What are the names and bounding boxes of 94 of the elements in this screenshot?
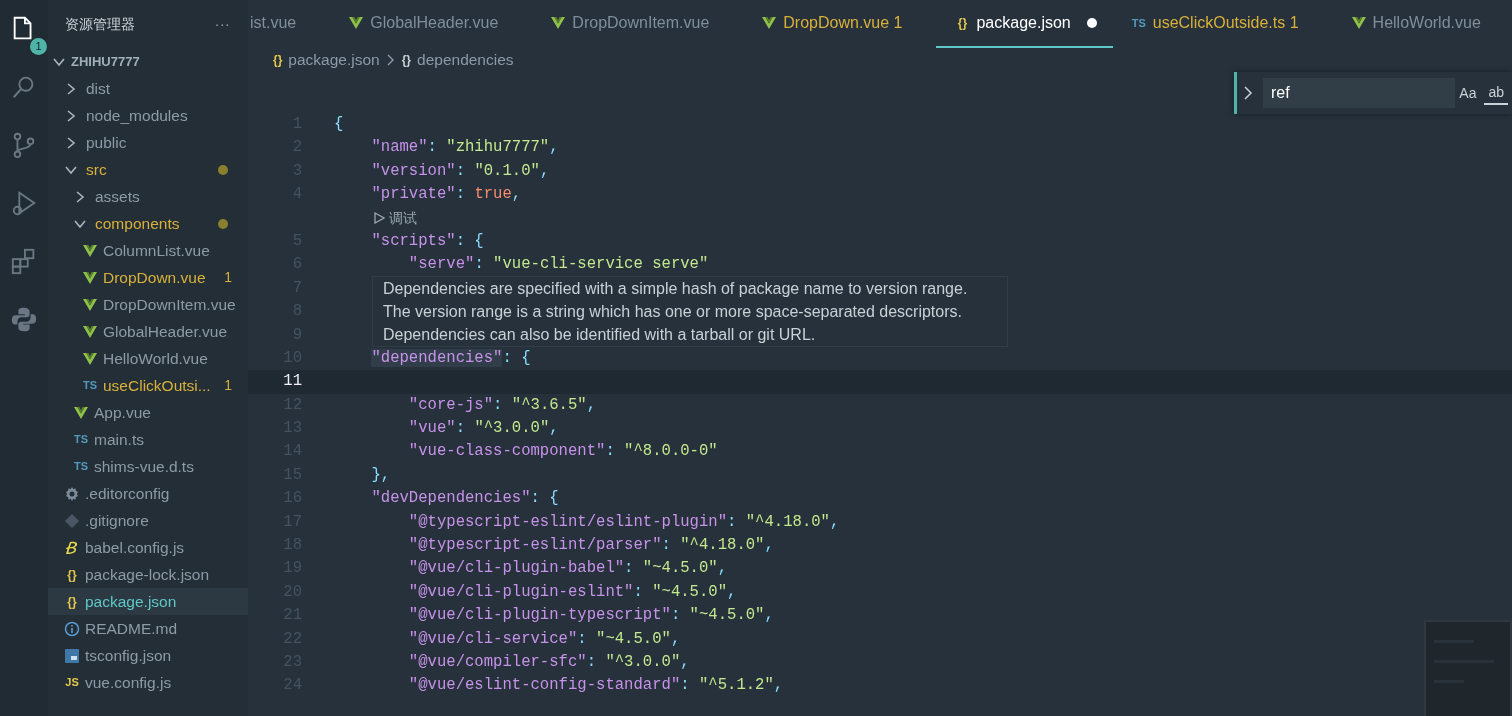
code-line: "dependencies": { [370, 347, 531, 369]
find-field[interactable]: ref [1263, 78, 1456, 108]
modified-dot [218, 218, 228, 229]
file-item[interactable]: useClickOutsi... [103, 373, 211, 398]
file-item[interactable]: App.vue [94, 400, 151, 425]
code-line: "vue": "^3.0.0", [407, 418, 559, 440]
diamond-icon [64, 512, 80, 529]
braces-icon: {} [64, 593, 80, 610]
ts-icon: TS [1130, 15, 1147, 31]
vue-icon [82, 350, 98, 367]
file-item[interactable]: vue.config.js [85, 670, 172, 695]
code-line: "version": "0.1.0", [370, 160, 550, 182]
file-item[interactable]: HelloWorld.vue [103, 346, 208, 371]
file-item[interactable]: ColumnList.vue [103, 238, 210, 263]
panel-title: 资源管理器 [65, 14, 135, 34]
code-line: "@vue/cli-plugin-eslint": "~4.5.0", [407, 581, 737, 603]
code-line: "@vue/cli-plugin-babel": "~4.5.0", [407, 558, 728, 580]
folder-item[interactable]: src [86, 157, 107, 182]
breadcrumb-item[interactable]: package.json [288, 48, 380, 72]
vue-icon [550, 15, 567, 31]
file-item[interactable]: babel.config.js [85, 535, 185, 560]
breadcrumb-item[interactable]: dependencies [417, 48, 514, 72]
gear-icon [64, 485, 80, 502]
code-line: "name": "zhihu7777", [370, 137, 559, 159]
file-item[interactable]: shims-vue.d.ts [94, 454, 194, 479]
vue-icon [73, 404, 89, 421]
find-option-button[interactable]: Aa [1455, 82, 1481, 104]
ts-icon: TS [73, 431, 89, 448]
workspace-title[interactable]: ZHIHU7777 [71, 51, 140, 72]
ts-icon: TS [73, 458, 89, 475]
config-file-icon [64, 647, 80, 664]
file-item[interactable]: GlobalHeader.vue [103, 319, 228, 344]
info-icon [64, 620, 80, 637]
editor-tab[interactable]: {} package.json [936, 0, 1113, 48]
vue-icon [82, 296, 98, 313]
js-icon: JS [64, 674, 80, 691]
code-line: "scripts": { [370, 230, 484, 252]
braces-icon: {} [401, 51, 412, 69]
problem-count: 1 [224, 268, 232, 287]
code-line: "@vue/eslint-config-standard": "^5.1.2", [407, 675, 784, 697]
code-line: "@vue/compiler-sfc": "^3.0.0", [407, 652, 690, 673]
vue-icon [82, 269, 98, 286]
code-line: "@vue/cli-service": "~4.5.0", [407, 628, 681, 650]
file-item[interactable]: package-lock.json [85, 562, 210, 587]
problem-count: 1 [224, 376, 232, 395]
play-icon [373, 212, 385, 225]
vue-icon [82, 323, 98, 340]
file-item[interactable]: DropDown.vue [103, 265, 206, 290]
folder-item[interactable]: assets [95, 184, 140, 209]
debug-codelens[interactable]: 调试 [373, 207, 417, 229]
file-item[interactable]: .editorconfig [85, 481, 170, 506]
editor-tab[interactable]: TS useClickOutside.ts 1 [1112, 0, 1333, 48]
code-line: "@typescript-eslint/parser": "^4.18.0", [407, 535, 774, 557]
find-option-button[interactable]: ab [1484, 81, 1508, 105]
file-item[interactable]: tsconfig.json [85, 643, 172, 668]
line-number: 11 [282, 371, 302, 393]
more-actions-button[interactable]: ··· [214, 12, 230, 36]
folder-item[interactable]: components [95, 211, 180, 236]
run-icon[interactable] [10, 189, 38, 217]
code-line: }, [370, 464, 391, 486]
modified-dot [218, 164, 228, 175]
code-line: "serve": "vue-cli-service serve" [407, 254, 709, 276]
braces-icon: {} [273, 51, 283, 69]
code-line: "@vue/cli-plugin-typescript": "~4.5.0", [407, 605, 774, 627]
hover-tooltip: Dependencies are specified with a simple hash of package name to version range. The version range is a string which has one or more space-separated descriptors. Dependencies can also be identified with a tarball or git URL. [372, 275, 1008, 347]
code-line: { [334, 114, 344, 135]
code-line: "private": true, [370, 184, 522, 206]
file-item[interactable]: README.md [85, 616, 178, 641]
ts-icon: TS [82, 377, 98, 394]
vue-icon [82, 242, 98, 259]
vue-icon [1350, 15, 1367, 31]
code-line: "core-js": "^3.6.5", [407, 394, 597, 416]
notification-badge: 1 [30, 38, 47, 55]
code-line: "vue-class-component": "^8.0.0-0" [407, 441, 718, 463]
editor-tab[interactable]: DropDown.vue 1 [743, 0, 937, 48]
vue-icon [348, 15, 365, 31]
braces-icon: {} [64, 566, 80, 583]
vue-icon [761, 15, 778, 31]
code-line: "@typescript-eslint/eslint-plugin": "^4.18.0", [407, 511, 840, 533]
script-b-icon [64, 539, 80, 556]
code-line: "devDependencies": { [370, 488, 559, 510]
braces-icon: {} [954, 15, 971, 31]
python-icon[interactable] [10, 305, 38, 333]
chevron-right-icon [385, 54, 396, 66]
editor-tab[interactable]: GlobalHeader.vue [330, 0, 533, 48]
file-item[interactable]: .gitignore [85, 508, 149, 533]
file-item[interactable]: DropDownItem.vue [103, 292, 236, 317]
folder-item[interactable]: dist [86, 76, 111, 101]
editor-tab[interactable]: HelloWorld.vue [1332, 0, 1512, 48]
folder-item[interactable]: node_modules [86, 103, 188, 128]
editor-tab[interactable]: ist.vue [248, 0, 331, 48]
folder-item[interactable]: public [86, 130, 127, 155]
file-item[interactable]: main.ts [94, 427, 144, 452]
editor-tab[interactable]: DropDownItem.vue [532, 0, 744, 48]
